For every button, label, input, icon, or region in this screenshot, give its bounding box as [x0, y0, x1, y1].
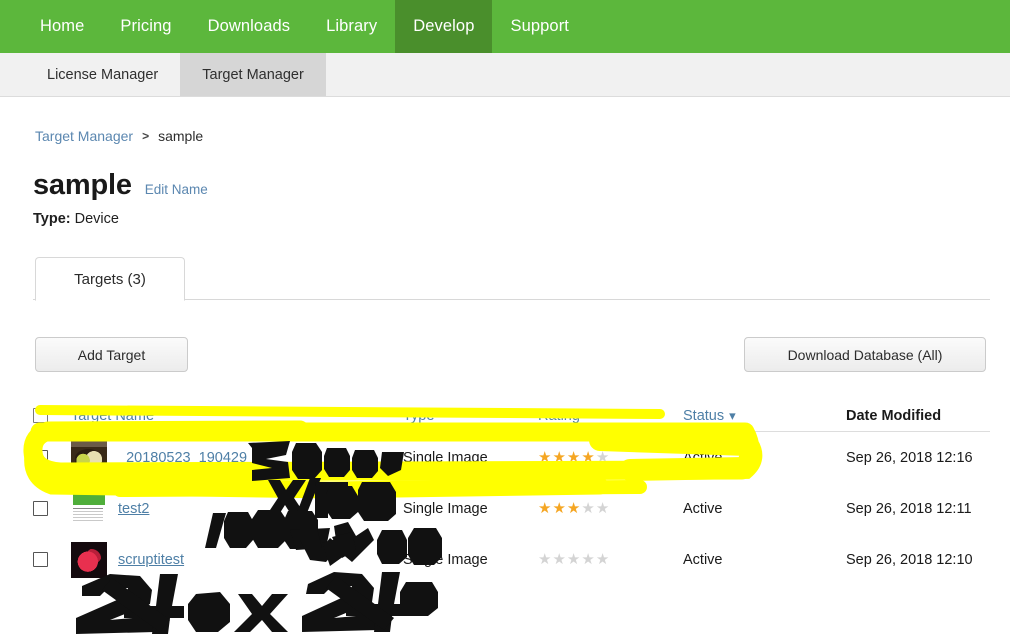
target-date-modified-cell: Sep 26, 2018 12:11: [846, 500, 972, 517]
page-root: Home Pricing Downloads Library Develop S…: [0, 0, 1010, 635]
target-rating-cell: ★ ★ ★ ★ ★: [538, 450, 683, 465]
target-type-cell: Single Image: [403, 500, 488, 517]
tab-targets[interactable]: Targets (3): [35, 257, 185, 301]
star-icon: ★: [552, 500, 566, 517]
tab-strip: Targets (3): [33, 257, 990, 301]
rating-stars[interactable]: ★ ★ ★ ★ ★: [538, 552, 683, 567]
target-status-cell: Active: [683, 500, 723, 517]
nav-item-library[interactable]: Library: [308, 0, 395, 53]
target-status-cell: Active: [683, 449, 723, 466]
target-type-cell: Single Image: [403, 551, 488, 568]
nav-label: Home: [40, 17, 85, 35]
target-thumbnail: [71, 439, 107, 476]
target-type-value: Device: [74, 211, 119, 227]
star-icon: ★: [595, 500, 610, 517]
target-type-label: Type:: [33, 211, 71, 227]
target-thumbnail: [71, 490, 107, 527]
edit-name-link[interactable]: Edit Name: [145, 182, 208, 197]
nav-label: Pricing: [120, 17, 172, 35]
breadcrumb-link-target-manager[interactable]: Target Manager: [35, 128, 133, 144]
select-all-checkbox[interactable]: [33, 408, 48, 423]
target-name-link[interactable]: test2: [118, 501, 149, 517]
star-icon: ★: [538, 500, 552, 517]
star-icon: ★: [566, 500, 581, 517]
star-icon: ★: [581, 449, 595, 466]
star-icon: ★: [552, 449, 566, 466]
target-name-cell: test2: [71, 490, 403, 527]
breadcrumb-separator-icon: >: [142, 129, 150, 143]
column-header-status-label: Status: [683, 407, 725, 424]
column-header-rating[interactable]: Rating: [538, 408, 683, 424]
targets-table: Target Name Type Rating Status ▾ Date Mod…: [33, 400, 990, 585]
row-checkbox[interactable]: [33, 501, 48, 516]
table-row[interactable]: test2 Single Image ★ ★ ★ ★ ★ Active Sep …: [33, 483, 990, 534]
column-header-date-modified: Date Modified: [846, 407, 942, 424]
add-target-label: Add Target: [77, 346, 146, 363]
row-checkbox[interactable]: [33, 450, 48, 465]
star-icon: ★: [595, 449, 610, 466]
column-header-status[interactable]: Status ▾: [683, 408, 846, 424]
target-thumbnail: [71, 541, 107, 578]
star-icon: ★: [581, 551, 595, 568]
target-rating-cell: ★ ★ ★ ★ ★: [538, 501, 683, 516]
page-title: sample: [33, 169, 132, 201]
primary-navigation: Home Pricing Downloads Library Develop S…: [0, 0, 1010, 53]
nav-item-develop[interactable]: Develop: [395, 0, 493, 53]
target-name-link[interactable]: _20180523_190429: [118, 450, 247, 466]
nav-item-support[interactable]: Support: [492, 0, 587, 53]
nav-label: Downloads: [207, 17, 291, 35]
add-target-button[interactable]: Add Target: [35, 337, 188, 372]
star-icon: ★: [552, 551, 566, 568]
subnav-label: Target Manager: [202, 66, 304, 83]
table-header-row: Target Name Type Rating Status ▾ Date Mod…: [33, 400, 990, 432]
target-date-modified-cell: Sep 26, 2018 12:16: [846, 449, 973, 466]
star-icon: ★: [595, 551, 610, 568]
nav-label: Develop: [413, 17, 475, 35]
nav-item-downloads[interactable]: Downloads: [190, 0, 309, 53]
star-icon: ★: [566, 551, 581, 568]
select-all-cell: [33, 408, 71, 423]
target-rating-cell: ★ ★ ★ ★ ★: [538, 552, 683, 567]
subnav-item-target-manager[interactable]: Target Manager: [180, 53, 326, 96]
secondary-navigation: License Manager Target Manager: [0, 53, 1010, 97]
target-name-cell: _20180523_190429: [71, 439, 403, 476]
row-checkbox[interactable]: [33, 552, 48, 567]
target-name-link[interactable]: scruptitest: [118, 552, 184, 568]
rating-stars[interactable]: ★ ★ ★ ★ ★: [538, 501, 683, 516]
nav-item-pricing[interactable]: Pricing: [102, 0, 189, 53]
rating-stars[interactable]: ★ ★ ★ ★ ★: [538, 450, 683, 465]
tab-label: Targets (3): [74, 270, 146, 288]
download-database-label: Download Database (All): [787, 346, 943, 363]
nav-label: Library: [326, 17, 378, 35]
star-icon: ★: [538, 449, 552, 466]
target-type-cell: Single Image: [403, 449, 488, 466]
subnav-label: License Manager: [47, 66, 159, 83]
column-header-type[interactable]: Type: [403, 408, 538, 424]
star-icon: ★: [538, 551, 552, 568]
nav-item-home[interactable]: Home: [22, 0, 102, 53]
target-date-modified-cell: Sep 26, 2018 12:10: [846, 551, 973, 568]
breadcrumb: Target Manager > sample: [35, 128, 203, 144]
nav-label: Support: [510, 17, 569, 35]
column-header-target-name[interactable]: Target Name: [71, 408, 403, 424]
table-row[interactable]: scruptitest Single Image ★ ★ ★ ★ ★ Activ…: [33, 534, 990, 585]
row-select-cell: [33, 552, 71, 567]
breadcrumb-current: sample: [158, 128, 204, 144]
star-icon: ★: [581, 500, 595, 517]
target-status-cell: Active: [683, 551, 723, 568]
star-icon: ★: [566, 449, 581, 466]
page-title-row: sample Edit Name: [33, 169, 208, 202]
subnav-item-license-manager[interactable]: License Manager: [25, 53, 180, 96]
chevron-down-icon: ▾: [729, 407, 736, 423]
download-database-button[interactable]: Download Database (All): [744, 337, 986, 372]
row-select-cell: [33, 501, 71, 516]
table-row[interactable]: _20180523_190429 Single Image ★ ★ ★ ★ ★ …: [33, 432, 990, 483]
row-select-cell: [33, 450, 71, 465]
target-name-cell: scruptitest: [71, 541, 403, 578]
target-type-row: Type: Device: [33, 211, 119, 227]
